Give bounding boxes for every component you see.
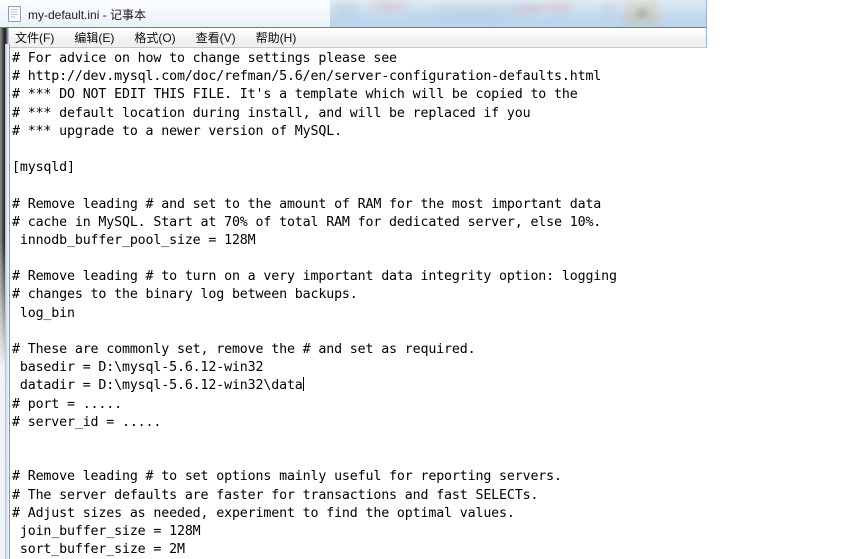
editor-line: basedir = D:\mysql-5.6.12-win32	[12, 360, 264, 376]
editor-line: innodb_buffer_pool_size = 128M	[12, 232, 256, 248]
text-editor-area[interactable]: # For advice on how to change settings p…	[10, 49, 706, 559]
menu-help[interactable]: 帮助(H)	[250, 28, 303, 48]
menubar: 文件(F) 编辑(E) 格式(O) 查看(V) 帮助(H)	[1, 28, 706, 48]
editor-line: # server_id = .....	[12, 414, 162, 430]
editor-line: # http://dev.mysql.com/doc/refman/5.6/en…	[12, 69, 602, 85]
outside-window-area	[707, 0, 864, 559]
editor-line: # *** default location during install, a…	[12, 105, 531, 121]
editor-line: # Adjust sizes as needed, experiment to …	[12, 505, 515, 521]
editor-line: # Remove leading # and set to the amount…	[12, 196, 602, 212]
screen: my-default.ini - 记事本 文件(F) 编辑(E) 格式(O) 查…	[0, 0, 864, 559]
editor-line: log_bin	[12, 305, 75, 321]
editor-line: # changes to the binary log between back…	[12, 287, 358, 303]
editor-line: [mysqld]	[12, 160, 75, 176]
editor-line: # The server defaults are faster for tra…	[12, 487, 539, 503]
editor-line: # cache in MySQL. Start at 70% of total …	[12, 214, 602, 230]
editor-line: join_buffer_size = 128M	[12, 523, 201, 539]
notepad-document-icon	[7, 6, 22, 22]
notepad-window: my-default.ini - 记事本 文件(F) 编辑(E) 格式(O) 查…	[0, 0, 707, 559]
editor-line: sort_buffer_size = 2M	[12, 542, 185, 558]
window-titlebar[interactable]: my-default.ini - 记事本	[0, 0, 707, 28]
window-title: my-default.ini - 记事本	[28, 7, 147, 22]
editor-line: # Remove leading # to set options mainly…	[12, 469, 562, 485]
editor-line: # For advice on how to change settings p…	[12, 51, 397, 66]
editor-line: # These are commonly set, remove the # a…	[12, 342, 476, 357]
editor-line: # *** DO NOT EDIT THIS FILE. It's a temp…	[12, 87, 578, 103]
menu-file[interactable]: 文件(F)	[9, 28, 60, 48]
menu-view[interactable]: 查看(V)	[190, 28, 242, 48]
menu-format[interactable]: 格式(O)	[128, 28, 181, 48]
menu-edit[interactable]: 编辑(E)	[68, 28, 120, 48]
editor-line: datadir = D:\mysql-5.6.12-win32\data	[12, 377, 304, 394]
editor-line: # Remove leading # to turn on a very imp…	[12, 269, 617, 285]
editor-line: # *** upgrade to a newer version of MySQ…	[12, 123, 342, 139]
text-caret	[302, 377, 304, 392]
document-text[interactable]: # For advice on how to change settings p…	[12, 50, 706, 559]
editor-line: # port = .....	[12, 396, 122, 412]
